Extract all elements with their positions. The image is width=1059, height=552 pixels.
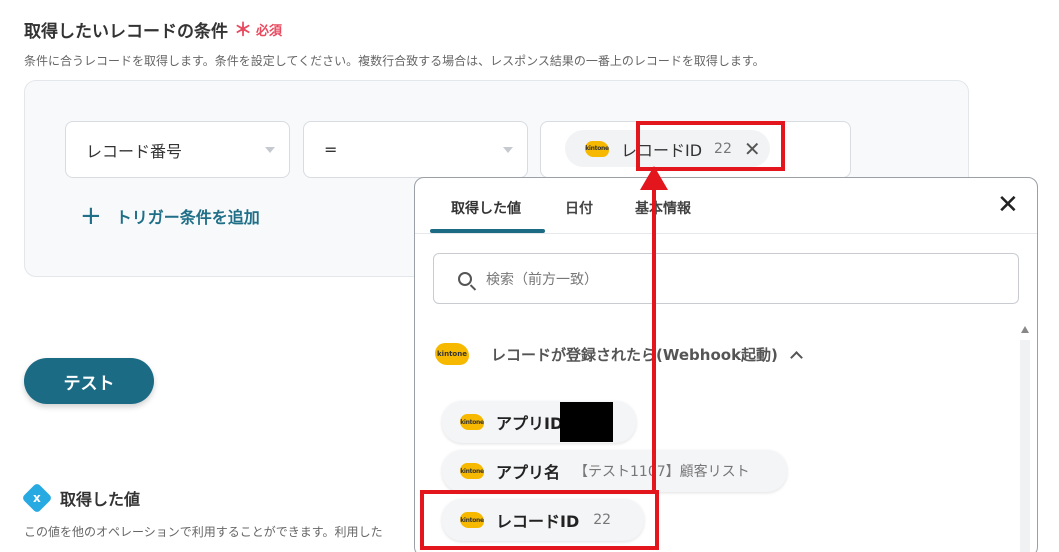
acquired-values-header: x 取得した値: [21, 482, 141, 514]
operator-select[interactable]: =: [303, 121, 528, 178]
trigger-group-label: レコードが登録されたら(Webhook起動): [491, 345, 778, 364]
yoom-icon-glyph: x: [33, 491, 41, 505]
search-input[interactable]: 検索（前方一致）: [433, 253, 1019, 304]
list-item-app-id[interactable]: kintone アプリID: [442, 401, 636, 443]
yoom-icon: x: [21, 482, 53, 514]
chevron-up-icon: [790, 350, 803, 364]
kintone-icon: kintone: [460, 414, 484, 430]
active-tab-indicator: [430, 229, 545, 233]
list-item-label: アプリID: [496, 414, 564, 433]
scrollbar[interactable]: [1020, 326, 1030, 552]
redaction-block: [560, 402, 613, 442]
annotation-arrow-head-icon: [640, 166, 668, 190]
caret-down-icon: [503, 147, 513, 153]
section-title-text: 取得したいレコードの条件: [24, 21, 228, 42]
list-item-label: アプリ名: [496, 463, 561, 482]
test-button[interactable]: テスト: [24, 358, 154, 404]
section-title: 取得したいレコードの条件 ＊ 必須: [24, 16, 282, 42]
operator-select-value: =: [324, 140, 338, 159]
search-placeholder: 検索（前方一致）: [486, 271, 598, 288]
tab-basic-info[interactable]: 基本情報: [635, 198, 691, 218]
tab-acquired-values[interactable]: 取得した値: [451, 198, 521, 218]
field-select-value: レコード番号: [86, 141, 183, 161]
required-asterisk: ＊: [234, 20, 252, 41]
acquired-values-title: 取得した値: [60, 490, 141, 509]
kintone-icon: kintone: [435, 343, 469, 365]
highlight-box-record-id: [420, 490, 659, 550]
scroll-up-icon[interactable]: [1021, 326, 1029, 333]
field-select[interactable]: レコード番号: [65, 121, 290, 178]
trigger-group-header[interactable]: kintone レコードが登録されたら(Webhook起動): [435, 343, 803, 365]
close-icon[interactable]: ✕: [997, 192, 1019, 218]
acquired-values-description: この値を他のオペレーションで利用することができます。利用した: [24, 525, 383, 539]
list-item-value: 【テスト1107】顧客リスト: [574, 464, 750, 480]
add-trigger-label: トリガー条件を追加: [115, 208, 260, 227]
caret-down-icon: [265, 147, 275, 153]
search-icon: [458, 271, 472, 286]
add-trigger-condition-button[interactable]: + トリガー条件を追加: [80, 203, 260, 229]
plus-icon: +: [80, 201, 102, 231]
list-item-app-name[interactable]: kintone アプリ名 【テスト1107】顧客リスト: [442, 450, 787, 492]
kintone-icon: kintone: [460, 463, 484, 479]
annotation-arrow-shaft: [652, 188, 656, 490]
scrollbar-track[interactable]: [1020, 340, 1030, 552]
highlight-box-value-chip: [636, 121, 785, 171]
picker-tabs: 取得した値 日付 基本情報 ✕: [415, 178, 1037, 234]
required-label: 必須: [256, 23, 283, 39]
tab-date[interactable]: 日付: [565, 198, 593, 218]
kintone-icon: kintone: [585, 140, 609, 157]
section-description: 条件に合うレコードを取得します。条件を設定してください。複数行合致する場合は、レ…: [24, 54, 765, 68]
